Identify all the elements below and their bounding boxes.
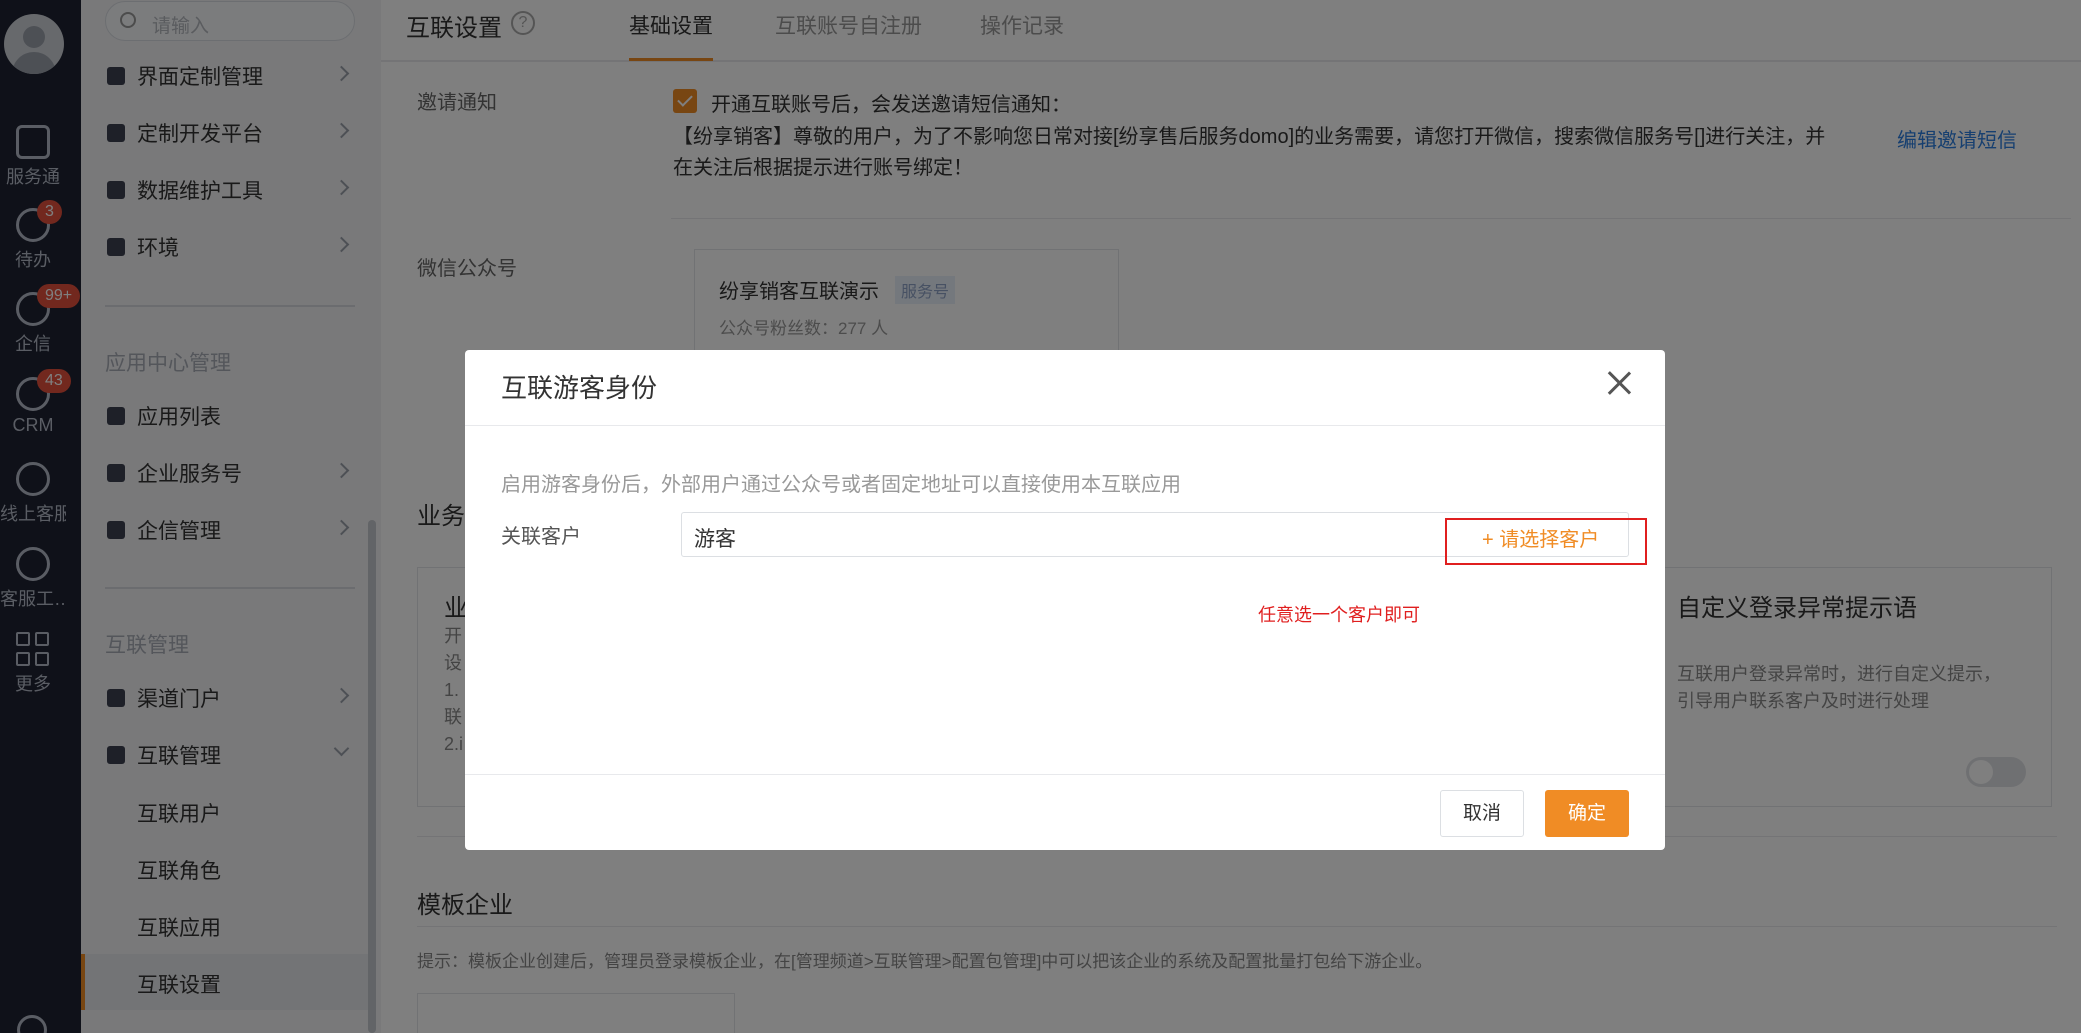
confirm-button[interactable]: 确定	[1545, 790, 1629, 837]
close-icon[interactable]	[1605, 368, 1635, 398]
related-customer-label: 关联客户	[501, 526, 581, 548]
guest-identity-dialog: 互联游客身份 启用游客身份后，外部用户通过公众号或者固定地址可以直接使用本互联应…	[465, 350, 1665, 850]
dialog-description: 启用游客身份后，外部用户通过公众号或者固定地址可以直接使用本互联应用	[501, 474, 1181, 496]
highlight-box	[1445, 518, 1647, 565]
dialog-title: 互联游客身份	[501, 373, 658, 403]
divider	[465, 425, 1665, 426]
divider	[465, 774, 1665, 775]
related-customer-value: 游客	[694, 528, 736, 551]
cancel-button[interactable]: 取消	[1440, 790, 1524, 837]
annotation-note: 任意选一个客户即可	[1258, 605, 1420, 625]
